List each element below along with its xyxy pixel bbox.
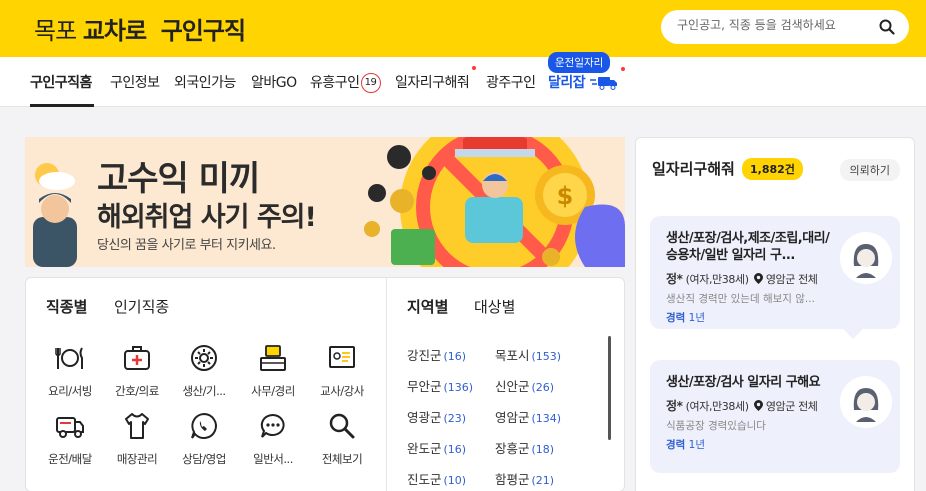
category-production[interactable]: 생산/기... <box>173 343 235 399</box>
gear-icon <box>191 345 217 371</box>
nav-dallijob[interactable]: 달리잡 <box>548 72 618 92</box>
panel-title: 일자리구해줘 <box>652 160 735 178</box>
medical-kit-icon <box>124 346 150 370</box>
banner-subtitle: 당신의 꿈을 사기로 부터 지키세요. <box>97 238 276 253</box>
job-seeker-card[interactable]: 생산/포장/검사 일자리 구해요 정* (여자,만38세) 영암군 전체 식품공… <box>650 360 900 473</box>
nav-home[interactable]: 구인구직홈 <box>30 72 92 92</box>
main-left: $ 고수익 미끼 해외취업 사기 주의! 당신의 꿈을 사기로 부터 지키세요.… <box>25 137 625 491</box>
driving-job-bubble: 운전일자리 <box>548 52 611 73</box>
shirt-icon <box>125 413 149 439</box>
nav-albago[interactable]: 알바GO <box>251 72 297 92</box>
svg-text:$: $ <box>557 182 574 210</box>
nav-gwangju[interactable]: 광주구인 <box>486 72 536 92</box>
job-seeker-desc: 생산직 경력만 있는데 해보지 않... <box>666 293 815 305</box>
tab-by-job[interactable]: 직종별 <box>46 296 88 317</box>
truck-icon <box>56 417 84 438</box>
tab-popular-jobs[interactable]: 인기직종 <box>114 296 169 317</box>
region-item[interactable]: 영광군 (23) <box>407 407 466 426</box>
top-header: 목포 교차로 구인구직 <box>0 0 926 57</box>
category-label: 운전/배달 <box>48 452 92 466</box>
nav-active-indicator <box>30 104 94 107</box>
category-label: 전체보기 <box>321 452 363 466</box>
new-dot <box>472 66 476 70</box>
region-item[interactable]: 진도군 (10) <box>407 469 466 488</box>
region-item[interactable]: 영암군 (134) <box>495 407 561 426</box>
dining-icon <box>55 347 83 369</box>
category-label: 일반서... <box>253 452 293 466</box>
job-seeker-title: 생산/포장/검사 일자리 구해요 <box>666 375 821 390</box>
region-item[interactable]: 함평군 (21) <box>495 469 554 488</box>
region-scrollbar[interactable] <box>608 336 611 440</box>
location-pin-icon <box>753 273 763 284</box>
nav-foreigner[interactable]: 외국인가능 <box>174 72 236 92</box>
nav-dallijob-label: 달리잡 <box>548 75 586 91</box>
brand-logo[interactable]: 목포 교차로 구인구직 <box>34 11 246 46</box>
brand-prefix: 목포 <box>34 17 77 45</box>
category-cooking-serving[interactable]: 요리/서빙 <box>39 343 101 399</box>
office-desk-icon <box>260 345 286 371</box>
category-general-service[interactable]: 일반서... <box>242 411 304 467</box>
career: 경력 1년 <box>666 439 706 451</box>
search-icon <box>329 413 355 439</box>
region-item[interactable]: 신안군 (26) <box>495 376 554 395</box>
category-consulting-sales[interactable]: 상담/영업 <box>173 411 235 467</box>
tab-by-target[interactable]: 대상별 <box>474 296 515 317</box>
category-teacher[interactable]: 교사/강사 <box>311 343 373 399</box>
banner-title: 고수익 미끼 <box>97 159 260 199</box>
category-card: 직종별 인기직종 요리/서빙 간호/의료 생산/기... 사무/경리 교사/강사… <box>25 277 625 491</box>
search-icon[interactable] <box>879 19 895 35</box>
job-seeker-title: 생산/포장/검사,제조/조립,대리/승용차/일반 일자리 구... <box>666 231 830 263</box>
category-office[interactable]: 사무/경리 <box>242 343 304 399</box>
category-label: 간호/의료 <box>115 384 159 398</box>
find-me-job-panel: 일자리구해줘 1,882건 의뢰하기 생산/포장/검사,제조/조립,대리/승용차… <box>635 137 915 491</box>
region-item[interactable]: 목포시 (153) <box>495 345 561 364</box>
job-seeker-desc: 식품공장 경력있습니다 <box>666 420 766 432</box>
teacher-board-icon <box>329 346 355 368</box>
category-driving-delivery[interactable]: 운전/배달 <box>39 411 101 467</box>
location-pin-icon <box>753 400 763 411</box>
female-avatar <box>840 232 892 284</box>
nav-find-me-job[interactable]: 일자리구해줘 <box>395 72 470 92</box>
category-label: 사무/경리 <box>251 384 295 398</box>
search-input[interactable] <box>677 18 877 32</box>
delivery-truck-icon <box>589 77 617 90</box>
region-item[interactable]: 완도군 (16) <box>407 438 466 457</box>
phone-chat-icon <box>191 412 217 439</box>
category-label: 상담/영업 <box>182 452 226 466</box>
tab-by-region[interactable]: 지역별 <box>407 296 449 317</box>
section-divider <box>386 278 387 491</box>
job-seeker-card[interactable]: 생산/포장/검사,제조/조립,대리/승용차/일반 일자리 구... 정* (여자… <box>650 216 900 339</box>
main-nav: 구인구직홈 구인정보 외국인가능 알바GO 유흥구인 19 일자리구해줘 광주구인… <box>0 52 926 107</box>
search-box <box>661 10 909 44</box>
count-badge: 1,882건 <box>742 158 803 180</box>
adult-19-badge: 19 <box>360 73 381 93</box>
category-label: 교사/강사 <box>320 384 364 398</box>
category-nursing-medical[interactable]: 간호/의료 <box>106 343 168 399</box>
region-item[interactable]: 장흥군 (18) <box>495 438 554 457</box>
chat-bubble-icon <box>260 413 285 438</box>
region-item[interactable]: 강진군 (16) <box>407 345 466 364</box>
category-label: 생산/기... <box>182 384 226 398</box>
nav-entertainment[interactable]: 유흥구인 19 <box>310 72 381 93</box>
female-avatar <box>840 376 892 428</box>
region-item[interactable]: 무안군 (136) <box>407 376 473 395</box>
category-view-all[interactable]: 전체보기 <box>311 411 373 467</box>
brand-suffix: 구인구직 <box>160 17 246 45</box>
category-store-management[interactable]: 매장관리 <box>106 411 168 467</box>
new-dot <box>621 67 625 71</box>
request-button[interactable]: 의뢰하기 <box>839 159 900 181</box>
nav-job-info[interactable]: 구인정보 <box>110 72 160 92</box>
nav-entertainment-label: 유흥구인 <box>310 75 360 91</box>
brand-bold: 교차로 <box>82 17 147 45</box>
banner-headline: 해외취업 사기 주의! <box>97 202 317 233</box>
category-label: 요리/서빙 <box>48 384 92 398</box>
scam-warning-banner[interactable]: $ 고수익 미끼 해외취업 사기 주의! 당신의 꿈을 사기로 부터 지키세요. <box>25 137 625 267</box>
category-label: 매장관리 <box>116 452 158 466</box>
